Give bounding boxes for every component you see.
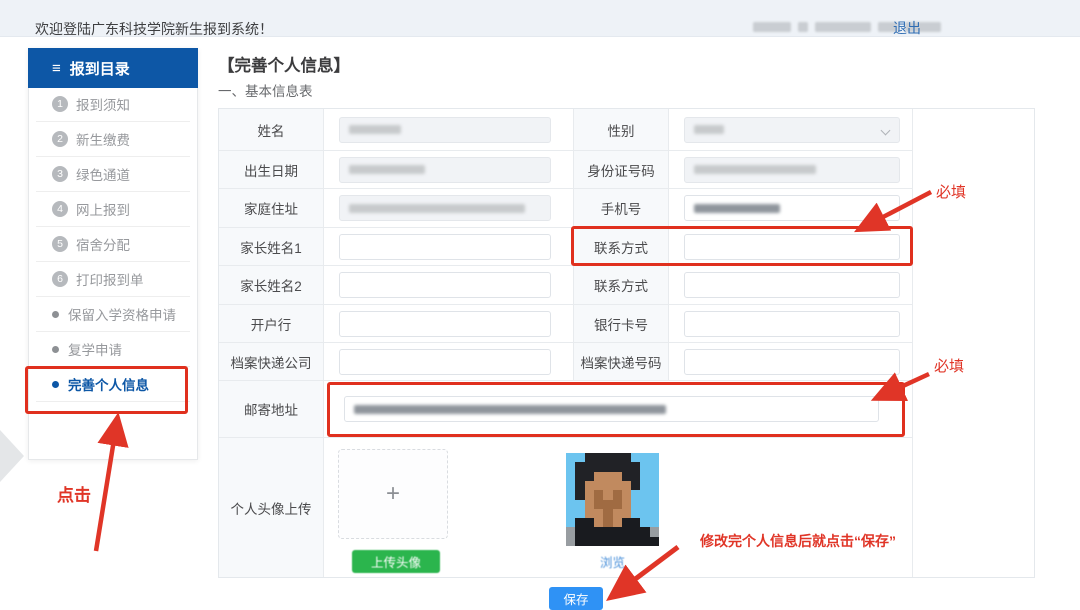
- annotation-required-mail: 必填: [934, 358, 965, 375]
- sidebar-item-sushe-fenpei[interactable]: 5 宿舍分配: [36, 227, 190, 262]
- name-input[interactable]: [339, 116, 551, 143]
- home-address-input[interactable]: [339, 195, 551, 221]
- sidebar-item-label: 绿色通道: [76, 168, 130, 183]
- courier-number-input[interactable]: [684, 348, 900, 375]
- sidebar-item-lvse-tongdao[interactable]: 3 绿色通道: [36, 157, 190, 192]
- avatar-dropzone[interactable]: +: [338, 449, 448, 539]
- annotation-save-note: 修改完个人信息后就点击“保存”: [700, 533, 896, 549]
- parent2-contact-input[interactable]: [684, 272, 900, 298]
- annotation-required-contact: 必填: [936, 184, 967, 201]
- step-4-badge: 4: [52, 201, 68, 217]
- parent1-name-input[interactable]: [339, 233, 551, 260]
- sidebar-item-fuxue-shenqing[interactable]: 复学申请: [36, 332, 190, 367]
- logout-link[interactable]: 退出: [893, 18, 921, 38]
- sidebar-header: ≡ 报到目录: [28, 48, 198, 88]
- avatar-upload-label: 个人头像上传: [219, 438, 324, 577]
- plus-icon: +: [385, 480, 400, 507]
- sidebar-item-label: 宿舍分配: [76, 238, 130, 253]
- step-5-badge: 5: [52, 236, 68, 252]
- idcard-input[interactable]: [684, 156, 900, 183]
- parent1-name-label: 家长姓名1: [219, 228, 324, 266]
- courier-company-label: 档案快递公司: [219, 343, 324, 381]
- avatar-photo: [566, 453, 659, 546]
- idcard-label: 身份证号码: [574, 151, 669, 189]
- browse-link[interactable]: 浏览: [566, 552, 659, 571]
- bullet-icon: [52, 310, 59, 318]
- sidebar-item-wangshang-baodao[interactable]: 4 网上报到: [36, 192, 190, 227]
- name-label: 姓名: [219, 109, 324, 151]
- sidebar-item-baoliu-ruxue[interactable]: 保留入学资格申请: [36, 297, 190, 332]
- parent2-name-label: 家长姓名2: [219, 266, 324, 305]
- bank-branch-input[interactable]: [339, 310, 551, 337]
- parent1-contact-input[interactable]: [684, 233, 900, 260]
- sidebar-title: 报到目录: [69, 60, 130, 78]
- bank-branch-label: 开户行: [219, 305, 324, 343]
- hamburger-icon: ≡: [52, 59, 61, 77]
- sidebar-item-baodao-xuzhi[interactable]: 1 报到须知: [36, 87, 190, 122]
- upload-avatar-button[interactable]: 上传头像: [352, 550, 440, 573]
- step-1-badge: 1: [52, 96, 68, 112]
- gender-select[interactable]: [684, 116, 900, 143]
- welcome-text: 欢迎登陆广东科技学院新生报到系统！: [35, 21, 273, 37]
- birthdate-label: 出生日期: [219, 151, 324, 189]
- top-bar: 欢迎登陆广东科技学院新生报到系统！ 退出: [0, 0, 1080, 37]
- parent2-name-input[interactable]: [339, 272, 551, 298]
- save-button[interactable]: 保存: [549, 587, 603, 610]
- parent2-contact-label: 联系方式: [574, 266, 669, 305]
- sidebar-item-label: 新生缴费: [76, 133, 130, 148]
- phone-label: 手机号: [574, 189, 669, 228]
- form-card: 姓名 性别 出生日期 身份证号码 家庭住址 手机号 家长姓名1 联系方式 家长姓…: [218, 108, 1035, 578]
- annotation-click: 点击: [57, 486, 91, 505]
- sidebar-item-label: 完善个人信息: [68, 378, 149, 393]
- gender-label: 性别: [574, 109, 669, 151]
- sidebar-item-label: 打印报到单: [76, 273, 144, 288]
- step-2-badge: 2: [52, 131, 68, 147]
- mailing-address-label: 邮寄地址: [219, 381, 324, 438]
- sidebar-item-dayin-baodaodan[interactable]: 6 打印报到单: [36, 262, 190, 297]
- step-6-badge: 6: [52, 271, 68, 287]
- courier-number-label: 档案快递号码: [574, 343, 669, 381]
- bank-card-label: 银行卡号: [574, 305, 669, 343]
- bullet-icon: [52, 345, 59, 353]
- chevron-down-icon: [880, 125, 891, 135]
- sidebar-item-wanshan-geren-xinxi[interactable]: 完善个人信息: [36, 367, 190, 402]
- bank-card-input[interactable]: [684, 310, 900, 337]
- courier-company-input[interactable]: [339, 348, 551, 375]
- step-3-badge: 3: [52, 166, 68, 182]
- birthdate-input[interactable]: [339, 156, 551, 183]
- section-subtitle: 一、基本信息表: [218, 84, 313, 99]
- sidebar: ≡ 报到目录 1 报到须知 2 新生缴费 3 绿色通道 4 网上报到 5 宿舍分…: [28, 48, 198, 460]
- page-title: 【完善个人信息】: [218, 57, 350, 75]
- home-address-label: 家庭住址: [219, 189, 324, 228]
- mailing-address-input[interactable]: [344, 396, 879, 422]
- sidebar-item-label: 报到须知: [76, 98, 130, 113]
- collapse-handle-icon[interactable]: [0, 430, 24, 482]
- sidebar-item-xinsheng-jiaofei[interactable]: 2 新生缴费: [36, 122, 190, 157]
- sidebar-item-label: 网上报到: [76, 203, 130, 218]
- avatar-upload-cell: + 上传头像 浏览: [324, 438, 913, 577]
- bullet-icon: [52, 380, 59, 388]
- sidebar-item-label: 保留入学资格申请: [68, 308, 176, 323]
- parent1-contact-label: 联系方式: [574, 228, 669, 266]
- sidebar-item-label: 复学申请: [68, 343, 122, 358]
- basic-info-table: 姓名 性别 出生日期 身份证号码 家庭住址 手机号 家长姓名1 联系方式 家长姓…: [219, 109, 913, 577]
- phone-input[interactable]: [684, 195, 900, 221]
